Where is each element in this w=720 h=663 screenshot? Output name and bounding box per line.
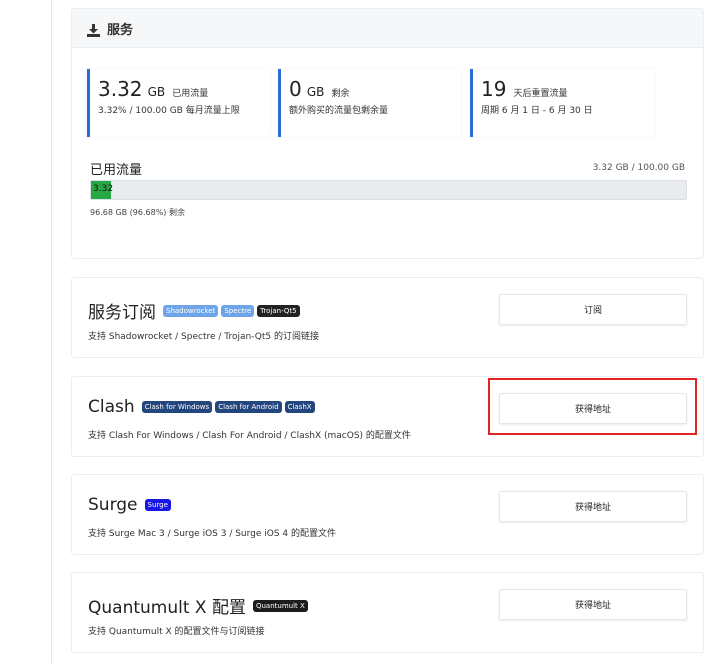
subscription-title-row: Surge Surge bbox=[88, 495, 171, 515]
subscription-description: 支持 Quantumult X 的配置文件与订阅链接 bbox=[88, 627, 265, 637]
stat-subtext: 周期 6 月 1 日 - 6 月 30 日 bbox=[481, 106, 593, 116]
badge: Trojan-Qt5 bbox=[257, 304, 300, 317]
usage-remaining: 96.68 GB (96.68%) 剩余 bbox=[90, 208, 185, 217]
subscription-name: Clash bbox=[88, 397, 135, 417]
subscription-description: 支持 Clash For Windows / Clash For Android… bbox=[88, 431, 411, 441]
subscription-name: Quantumult X 配置 bbox=[88, 598, 246, 618]
subscription-title-row: Quantumult X 配置 Quantumult X bbox=[88, 593, 308, 618]
subscription-card-service: 服务订阅 Shadowrocket Spectre Trojan-Qt5 支持 … bbox=[71, 277, 704, 358]
quantumult-get-address-button[interactable]: 获得地址 bbox=[499, 589, 687, 620]
stat-value: 3.32 bbox=[98, 77, 143, 101]
service-card: 服务 3.32 GB 已用流量 3.32% / 100.00 GB 每月流量上限… bbox=[71, 8, 704, 259]
stat-label: 天后重置流量 bbox=[513, 89, 568, 99]
badge: Shadowrocket bbox=[163, 304, 219, 317]
usage-summary: 3.32 GB / 100.00 GB bbox=[592, 163, 685, 173]
stat-subtext: 3.32% / 100.00 GB 每月流量上限 bbox=[98, 106, 240, 116]
subscription-card-surge: Surge Surge 支持 Surge Mac 3 / Surge iOS 3… bbox=[71, 474, 704, 555]
subscribe-button[interactable]: 订阅 bbox=[499, 294, 687, 325]
stat-used-traffic: 3.32 GB 已用流量 3.32% / 100.00 GB 每月流量上限 bbox=[87, 69, 270, 137]
usage-progress-bar: 3.32 bbox=[90, 180, 687, 200]
badge: Surge bbox=[144, 499, 171, 511]
subscription-name: Surge bbox=[88, 495, 138, 515]
subscription-description: 支持 Shadowrocket / Spectre / Trojan-Qt5 的… bbox=[88, 332, 319, 342]
badge: Clash for Windows bbox=[141, 401, 213, 413]
badge: Quantumult X bbox=[252, 599, 308, 612]
stat-label: 已用流量 bbox=[172, 89, 209, 99]
badge: ClashX bbox=[284, 401, 315, 413]
service-card-title: 服务 bbox=[107, 22, 134, 38]
badge: Clash for Android bbox=[215, 401, 282, 413]
service-card-header: 服务 bbox=[72, 9, 703, 48]
content-left-border bbox=[51, 0, 52, 663]
clash-get-address-button[interactable]: 获得地址 bbox=[499, 393, 687, 424]
subscription-title-row: 服务订阅 Shadowrocket Spectre Trojan-Qt5 bbox=[88, 298, 300, 323]
stat-unit: GB bbox=[306, 85, 325, 99]
usage-title: 已用流量 bbox=[90, 163, 143, 178]
usage-progress-label: 3.32 bbox=[93, 184, 114, 194]
subscription-card-quantumult: Quantumult X 配置 Quantumult X 支持 Quantumu… bbox=[71, 572, 704, 653]
stat-remaining: 0 GB 剩余 额外购买的流量包剩余量 bbox=[278, 69, 461, 137]
stat-value: 0 bbox=[289, 77, 302, 101]
subscription-title-row: Clash Clash for Windows Clash for Androi… bbox=[88, 397, 315, 417]
badge: Spectre bbox=[221, 304, 255, 317]
stat-unit: GB bbox=[147, 85, 166, 99]
stat-reset-days: 19 天后重置流量 周期 6 月 1 日 - 6 月 30 日 bbox=[470, 69, 655, 137]
surge-get-address-button[interactable]: 获得地址 bbox=[499, 491, 687, 522]
download-icon bbox=[87, 22, 100, 37]
stat-value: 19 bbox=[481, 77, 507, 101]
subscription-card-clash: Clash Clash for Windows Clash for Androi… bbox=[71, 376, 704, 457]
stat-subtext: 额外购买的流量包剩余量 bbox=[289, 106, 389, 116]
stat-label: 剩余 bbox=[331, 89, 350, 99]
subscription-name: 服务订阅 bbox=[88, 303, 156, 323]
subscription-description: 支持 Surge Mac 3 / Surge iOS 3 / Surge iOS… bbox=[88, 529, 337, 539]
